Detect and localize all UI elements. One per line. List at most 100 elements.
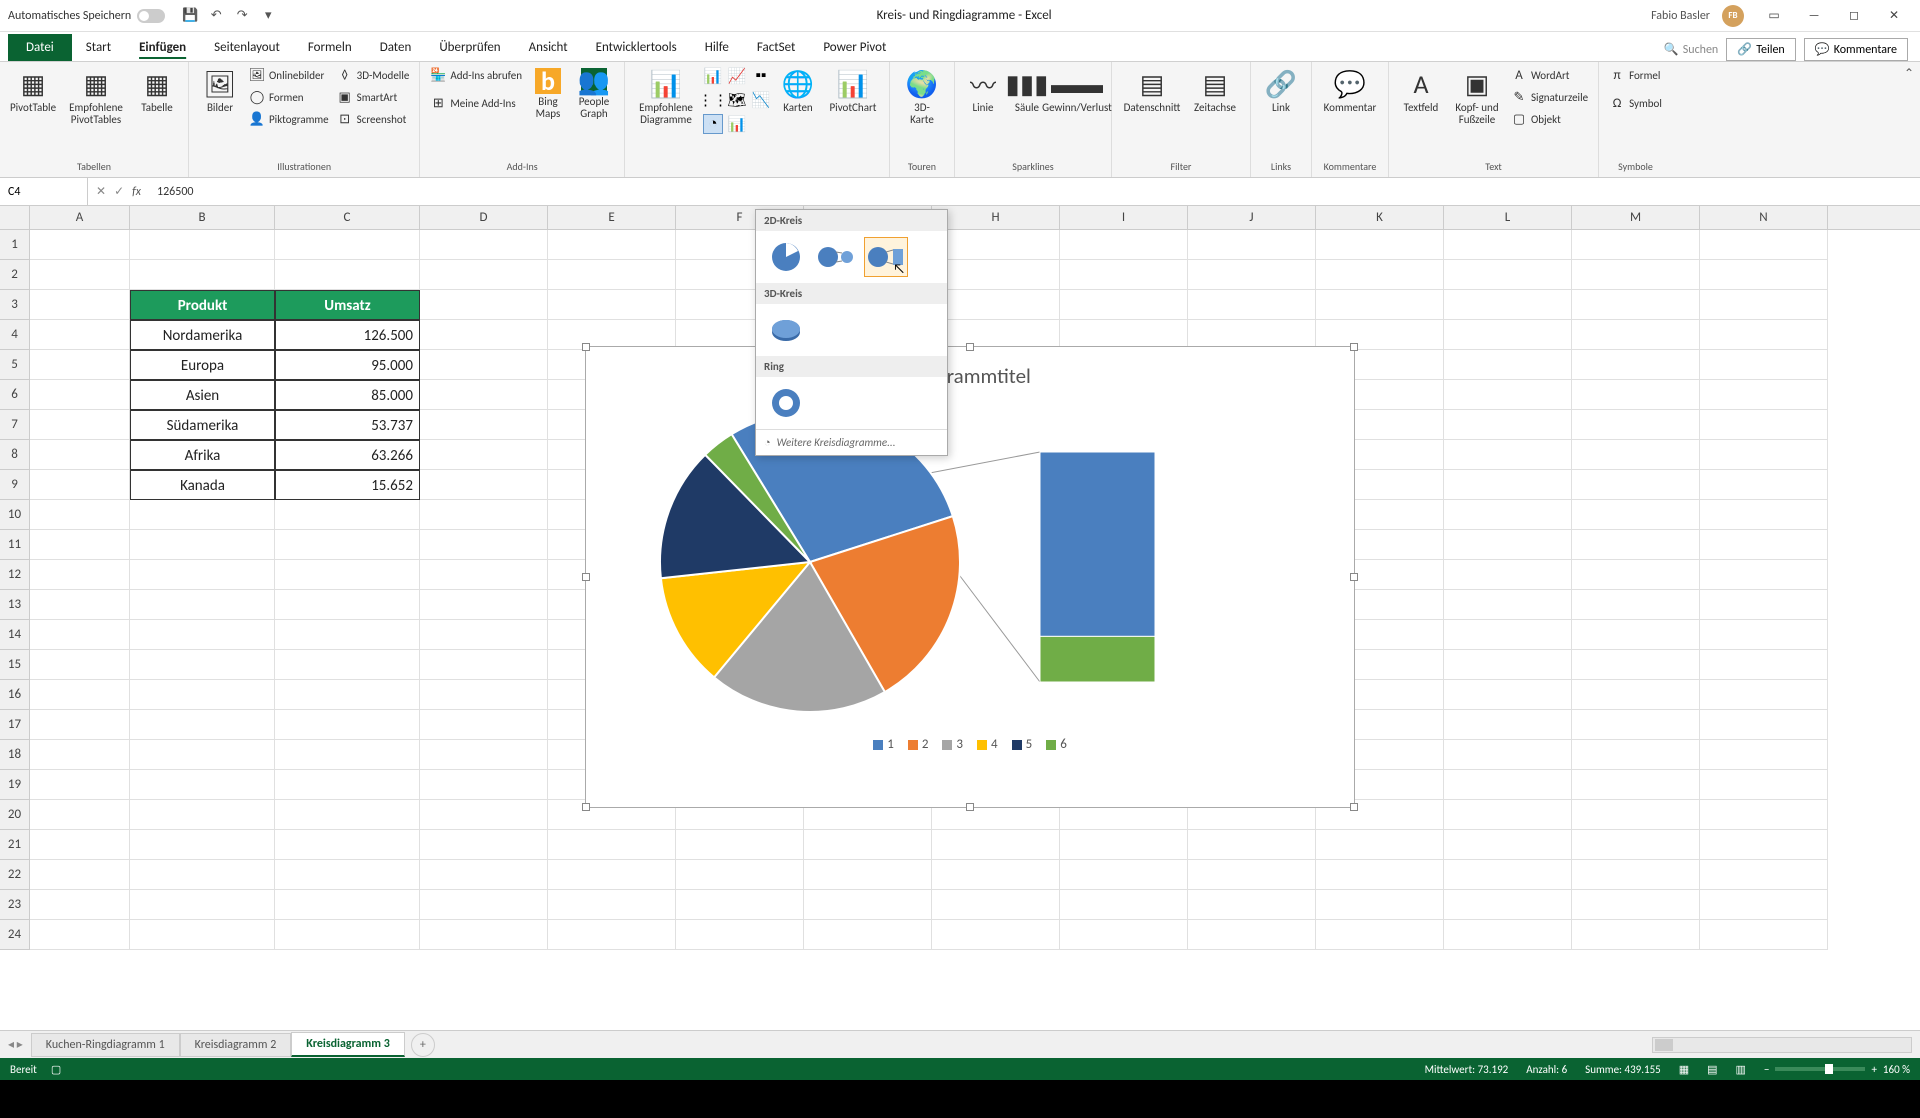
cell[interactable] — [1444, 530, 1572, 560]
comments-button[interactable]: 💬 Kommentare — [1804, 38, 1908, 61]
cell[interactable] — [804, 890, 932, 920]
toggle-switch-icon[interactable] — [137, 9, 165, 23]
zoom-control[interactable]: − + 160 % — [1764, 1063, 1910, 1076]
cell[interactable] — [1700, 710, 1828, 740]
cell[interactable] — [1700, 890, 1828, 920]
resize-handle[interactable] — [966, 343, 974, 351]
resize-handle[interactable] — [582, 573, 590, 581]
cell[interactable] — [1444, 410, 1572, 440]
cell[interactable] — [420, 440, 548, 470]
bar-of-pie-option[interactable]: ↖ — [864, 237, 908, 277]
cell[interactable] — [275, 860, 420, 890]
cell[interactable] — [932, 290, 1060, 320]
cell[interactable] — [420, 620, 548, 650]
cell[interactable] — [1444, 230, 1572, 260]
cell[interactable] — [275, 620, 420, 650]
cell[interactable] — [1572, 290, 1700, 320]
cell[interactable]: Produkt — [130, 290, 275, 320]
zoom-in-icon[interactable]: + — [1871, 1063, 1876, 1076]
legend-item[interactable]: 6 — [1046, 737, 1067, 752]
cell[interactable] — [130, 560, 275, 590]
cell[interactable] — [1316, 830, 1444, 860]
cell[interactable] — [275, 740, 420, 770]
zoom-out-icon[interactable]: − — [1764, 1063, 1769, 1076]
row-header[interactable]: 20 — [0, 800, 29, 830]
pie-of-pie-option[interactable] — [814, 237, 858, 277]
tab-file[interactable]: Datei — [8, 34, 72, 61]
view-layout-icon[interactable]: ▤ — [1707, 1063, 1717, 1076]
more-pie-charts-button[interactable]: ◔ Weitere Kreisdiagramme... — [756, 429, 947, 455]
col-header[interactable]: C — [275, 206, 420, 229]
resize-handle[interactable] — [1350, 343, 1358, 351]
pivotchart-button[interactable]: 📊 PivotChart — [825, 66, 881, 116]
cell[interactable] — [1444, 830, 1572, 860]
cell[interactable] — [30, 320, 130, 350]
row-header[interactable]: 18 — [0, 740, 29, 770]
cell[interactable] — [676, 920, 804, 950]
pictures-button[interactable]: 🖼 Bilder — [197, 66, 243, 116]
cell[interactable] — [30, 560, 130, 590]
cell[interactable] — [275, 260, 420, 290]
pivottable-button[interactable]: ▦ PivotTable — [8, 66, 58, 116]
cell[interactable] — [275, 650, 420, 680]
timeline-button[interactable]: ▤ Zeitachse — [1188, 66, 1242, 116]
cell[interactable] — [1444, 860, 1572, 890]
cell[interactable] — [30, 920, 130, 950]
cell[interactable] — [275, 770, 420, 800]
tab-seitenlayout[interactable]: Seitenlayout — [200, 34, 294, 61]
maximize-icon[interactable]: ◻ — [1836, 4, 1872, 28]
cell[interactable] — [1444, 680, 1572, 710]
cell[interactable] — [30, 710, 130, 740]
cell[interactable] — [1700, 380, 1828, 410]
3dmap-button[interactable]: 🌍 3D-Karte — [898, 66, 946, 128]
cell[interactable] — [30, 350, 130, 380]
cell[interactable] — [420, 800, 548, 830]
cell[interactable]: Europa — [130, 350, 275, 380]
qat-dropdown-icon[interactable]: ▾ — [259, 7, 277, 25]
cell[interactable] — [548, 830, 676, 860]
cell[interactable]: 85.000 — [275, 380, 420, 410]
cell[interactable] — [1572, 530, 1700, 560]
cell[interactable] — [30, 440, 130, 470]
row-header[interactable]: 12 — [0, 560, 29, 590]
cell[interactable] — [1700, 920, 1828, 950]
cell[interactable] — [30, 890, 130, 920]
cell[interactable] — [420, 650, 548, 680]
cell[interactable] — [1572, 680, 1700, 710]
cell[interactable] — [932, 920, 1060, 950]
cell[interactable] — [275, 590, 420, 620]
cell[interactable] — [1572, 500, 1700, 530]
cell[interactable] — [1188, 260, 1316, 290]
sheet-tab[interactable]: Kuchen-Ringdiagramm 1 — [31, 1033, 180, 1057]
cell[interactable] — [548, 920, 676, 950]
resize-handle[interactable] — [1350, 803, 1358, 811]
cell[interactable] — [932, 260, 1060, 290]
cell[interactable]: Asien — [130, 380, 275, 410]
sheet-tab-active[interactable]: Kreisdiagramm 3 — [291, 1032, 405, 1057]
cell[interactable] — [804, 920, 932, 950]
cell[interactable] — [30, 380, 130, 410]
cell[interactable] — [420, 410, 548, 440]
redo-icon[interactable]: ↷ — [233, 7, 251, 25]
cell[interactable] — [1572, 440, 1700, 470]
piktogram-button[interactable]: 👤Piktogramme — [247, 110, 331, 128]
cell[interactable] — [275, 560, 420, 590]
cell[interactable] — [1700, 470, 1828, 500]
cell[interactable] — [1700, 620, 1828, 650]
cell[interactable] — [420, 380, 548, 410]
cell[interactable] — [30, 770, 130, 800]
cell[interactable] — [130, 800, 275, 830]
cell[interactable] — [1444, 740, 1572, 770]
legend-item[interactable]: 5 — [1012, 737, 1033, 752]
cell[interactable] — [1700, 560, 1828, 590]
cell[interactable] — [1060, 260, 1188, 290]
cell[interactable] — [1572, 380, 1700, 410]
cell[interactable] — [1572, 470, 1700, 500]
slicer-button[interactable]: ▤ Datenschnitt — [1120, 66, 1184, 116]
cell[interactable] — [1316, 230, 1444, 260]
cell[interactable] — [1572, 650, 1700, 680]
cell[interactable] — [130, 590, 275, 620]
view-normal-icon[interactable]: ▦ — [1679, 1063, 1689, 1076]
cell[interactable] — [1572, 620, 1700, 650]
legend-item[interactable]: 4 — [977, 737, 998, 752]
